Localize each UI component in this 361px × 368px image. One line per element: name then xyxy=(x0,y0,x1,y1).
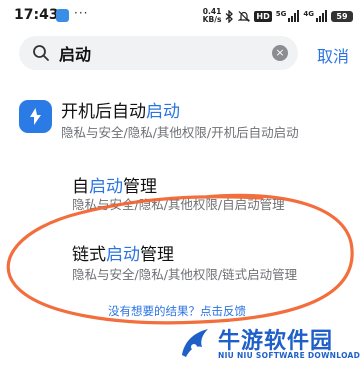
feedback-link[interactable]: 没有想要的结果？点击反馈 xyxy=(108,303,246,319)
result-path: 隐私与安全/隐私/其他权限/链式启动管理 xyxy=(72,267,298,282)
status-icons: 0.41 KB/s HD 5G 4G 59 xyxy=(203,6,353,26)
search-bar[interactable]: 启动 × xyxy=(19,36,298,70)
watermark-logo: 牛游软件园 NIU NIU SOFTWARE DOWNLOAD xyxy=(178,323,360,363)
watermark-icon xyxy=(182,329,208,357)
search-result-item[interactable]: 链式启动管理 隐私与安全/隐私/其他权限/链式启动管理 xyxy=(0,240,361,285)
watermark-subtitle: NIU NIU SOFTWARE DOWNLOAD xyxy=(218,351,361,360)
app-notification-icon xyxy=(56,9,69,22)
result-path: 隐私与安全/隐私/其他权限/开机后自动启动 xyxy=(61,125,299,140)
search-result-item[interactable]: 自启动管理 隐私与安全/隐私/其他权限/自启动管理 xyxy=(0,172,361,217)
status-bar: 17:43 ··· 0.41 KB/s HD 5G 4G 59 xyxy=(0,0,361,32)
result-path: 隐私与安全/隐私/其他权限/自启动管理 xyxy=(72,197,285,212)
search-result-item[interactable]: 开机后自动启动 隐私与安全/隐私/其他权限/开机后自动启动 xyxy=(0,100,361,150)
search-input[interactable]: 启动 xyxy=(59,41,91,65)
clear-search-icon[interactable]: × xyxy=(272,45,288,61)
mute-icon xyxy=(238,10,251,22)
bluetooth-icon xyxy=(225,9,234,23)
network-speed-unit: KB/s xyxy=(202,15,222,24)
result-title: 链式启动管理 xyxy=(72,245,174,265)
status-time: 17:43 xyxy=(14,7,59,23)
signal-icon: 5G xyxy=(276,10,300,22)
search-icon xyxy=(33,45,49,61)
network-speed: 0.41 KB/s xyxy=(203,8,222,24)
battery-icon: 59 xyxy=(331,10,353,22)
more-notifications-icon: ··· xyxy=(74,6,89,20)
hd-voice-badge: HD xyxy=(254,10,272,22)
signal-icon-2: 4G xyxy=(303,10,327,22)
result-title: 开机后自动启动 xyxy=(61,102,180,122)
autostart-app-icon xyxy=(19,100,52,133)
cancel-button[interactable]: 取消 xyxy=(317,43,349,67)
